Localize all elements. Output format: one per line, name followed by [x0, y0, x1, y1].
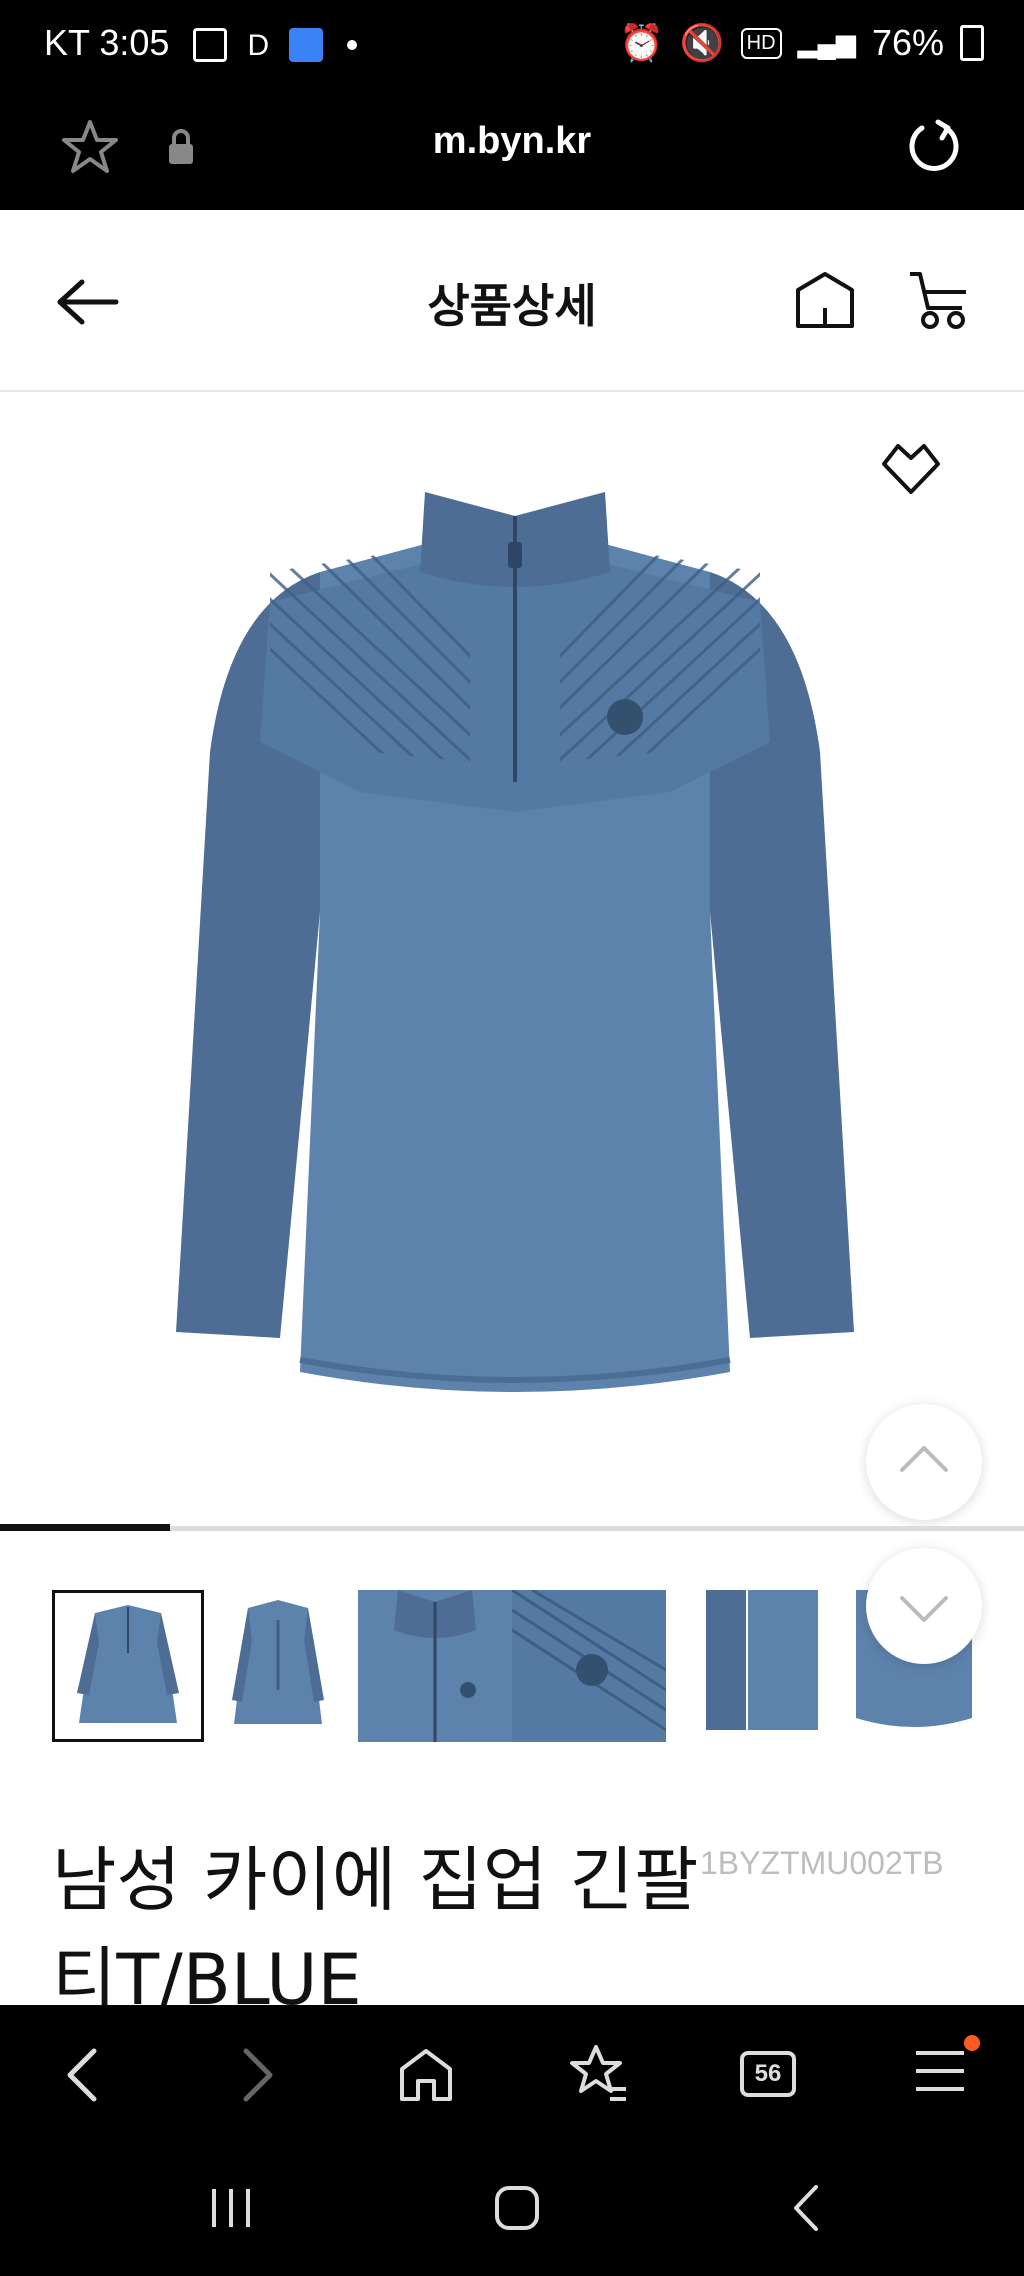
thumbnail-front-image: [77, 1605, 179, 1723]
product-code: 1BYZTMU002TB: [700, 1845, 944, 1881]
system-navigation-bar: [0, 2145, 1024, 2276]
app-header: 상품상세: [0, 210, 1024, 392]
cart-icon[interactable]: [906, 268, 970, 332]
alarm-icon: ⏰: [618, 22, 664, 63]
mute-icon: 🔇: [679, 22, 725, 63]
menu-button[interactable]: [916, 2051, 964, 2091]
home-icon[interactable]: [794, 270, 856, 330]
thumbnail-collar-image: [394, 1590, 476, 1742]
status-right: ⏰ 🔇 HD ▂▄▆ 76%: [619, 22, 984, 64]
signal-icon: ▂▄▆: [797, 27, 856, 58]
thumbnail-logo-image: [512, 1590, 666, 1732]
thumbnail-1[interactable]: [52, 1590, 204, 1742]
notification-dot: [964, 2035, 980, 2051]
status-left: KT 3:05 D: [44, 22, 358, 64]
dot-icon: [347, 40, 358, 51]
scroll-down-button[interactable]: [866, 1548, 982, 1664]
jacket-image: [176, 492, 854, 1392]
product-title-line1: 남성 카이에 집업 긴팔: [52, 1839, 699, 1921]
thumbnail-3[interactable]: [358, 1590, 512, 1742]
reload-icon[interactable]: [904, 116, 964, 176]
menu-icon: [916, 2051, 964, 2091]
wishlist-heart-icon[interactable]: [878, 440, 944, 496]
browser-home-icon[interactable]: [396, 2045, 456, 2105]
translate-notification-icon: [289, 28, 324, 63]
thumbnail-back-image: [232, 1600, 324, 1724]
battery-level: 76%: [871, 22, 944, 63]
page-title: 상품상세: [427, 279, 597, 333]
bookmarks-icon[interactable]: [568, 2043, 630, 2105]
browser-toolbar: 56: [0, 2005, 1024, 2145]
scroll-up-button[interactable]: [866, 1404, 982, 1520]
recent-apps-icon[interactable]: [206, 2183, 256, 2233]
tabs-count: 56: [754, 2060, 782, 2087]
thumbnail-4[interactable]: [512, 1590, 666, 1742]
browser-back-icon[interactable]: [60, 2045, 104, 2105]
carrier-time: KT 3:05: [44, 22, 170, 63]
product-image[interactable]: [0, 392, 1024, 1528]
thumbnail-sleeve-image: [706, 1590, 818, 1730]
chevron-up-icon: [900, 1446, 948, 1472]
home-button-icon[interactable]: [492, 2183, 542, 2233]
product-title: 남성 카이에 집업 긴팔 티T/BLUE: [52, 1830, 712, 2030]
chevron-down-icon: [900, 1596, 948, 1622]
hd-icon: HD: [740, 27, 782, 59]
status-bar: KT 3:05 D ⏰ 🔇 HD ▂▄▆ 76%: [0, 0, 1024, 90]
thumbnail-2[interactable]: [218, 1590, 338, 1742]
system-back-icon[interactable]: [786, 2183, 826, 2233]
status-extra: D: [247, 29, 270, 62]
battery-icon: [960, 25, 984, 61]
gallery-progress-fill: [0, 1524, 170, 1531]
gallery-notification-icon: [193, 28, 228, 63]
tabs-button[interactable]: 56: [740, 2051, 796, 2097]
url-text[interactable]: m.byn.kr: [0, 120, 1024, 163]
thumbnail-5[interactable]: [704, 1590, 820, 1742]
url-bar: m.byn.kr: [0, 90, 1024, 210]
browser-forward-icon[interactable]: [236, 2045, 280, 2105]
